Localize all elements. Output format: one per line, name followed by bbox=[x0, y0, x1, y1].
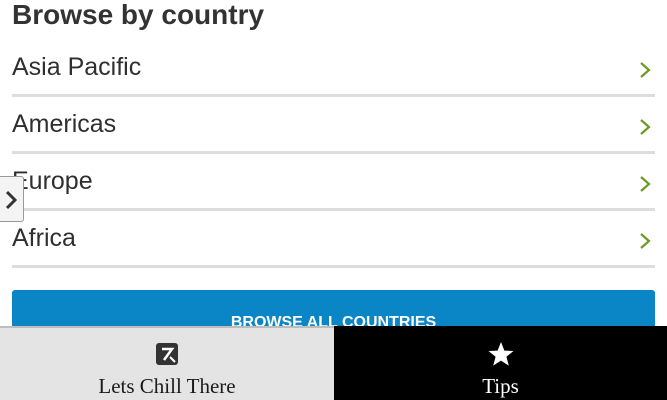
chevron-right-icon bbox=[640, 119, 651, 135]
region-item-africa[interactable]: Africa bbox=[12, 211, 655, 268]
bottom-tab-bar: Lets Chill There Tips bbox=[0, 326, 667, 400]
chevron-right-icon bbox=[640, 176, 651, 192]
chevron-right-icon bbox=[640, 62, 651, 78]
browse-by-country-screen: Browse by country Asia Pacific Americas … bbox=[0, 0, 667, 400]
region-label: Europe bbox=[12, 167, 93, 195]
side-drawer-toggle[interactable] bbox=[0, 176, 24, 222]
section-title: Browse by country bbox=[12, 0, 265, 30]
region-list: Asia Pacific Americas Europe Africa bbox=[12, 40, 655, 268]
tab-tips[interactable]: Tips bbox=[334, 326, 667, 400]
region-label: Africa bbox=[12, 224, 76, 252]
tab-lets-chill-there[interactable]: Lets Chill There bbox=[0, 326, 334, 400]
tab-label: Lets Chill There bbox=[98, 374, 236, 398]
region-label: Americas bbox=[12, 110, 117, 138]
region-label: Asia Pacific bbox=[12, 53, 142, 81]
region-item-americas[interactable]: Americas bbox=[12, 97, 655, 154]
star-icon bbox=[488, 342, 513, 366]
chevron-right-icon bbox=[640, 233, 651, 249]
region-item-europe[interactable]: Europe bbox=[12, 154, 655, 211]
chevron-right-icon bbox=[5, 190, 18, 210]
app-logo-icon bbox=[156, 343, 178, 365]
region-item-asia-pacific[interactable]: Asia Pacific bbox=[12, 40, 655, 97]
tab-label: Tips bbox=[482, 374, 519, 398]
